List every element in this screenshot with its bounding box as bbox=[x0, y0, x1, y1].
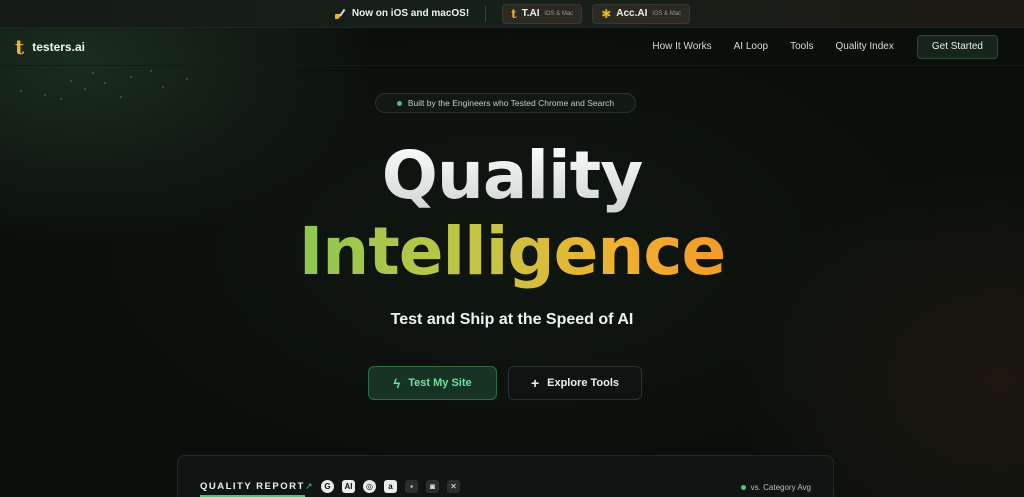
hero-title-line2: Intelligence bbox=[0, 214, 1024, 290]
paintbrush-icon bbox=[334, 8, 345, 19]
x-icon[interactable]: ✕ bbox=[447, 480, 460, 493]
google-icon[interactable]: G bbox=[321, 480, 334, 493]
robot-icon[interactable]: ◙ bbox=[426, 480, 439, 493]
nav-link-how-it-works[interactable]: How It Works bbox=[641, 41, 722, 52]
external-link-icon[interactable]: ↗ bbox=[305, 481, 313, 492]
accessibility-icon: ✱ bbox=[601, 6, 612, 21]
app-name: T.AI bbox=[521, 8, 540, 19]
top-nav: t testers.ai How It Works AI Loop Tools … bbox=[0, 28, 1024, 66]
hero-title-line2-text: Intelligence bbox=[298, 213, 727, 290]
t-logo-icon: t bbox=[15, 34, 25, 59]
plus-icon: + bbox=[530, 375, 540, 391]
t-logo-icon: t bbox=[511, 6, 517, 21]
category-avg-legend: vs. Category Avg bbox=[740, 483, 811, 492]
anthropic-icon[interactable]: AI bbox=[342, 480, 355, 493]
hero-badge-text: Built by the Engineers who Tested Chrome… bbox=[407, 98, 615, 108]
status-dot-icon bbox=[396, 100, 402, 106]
brand-name: testers.ai bbox=[32, 39, 85, 54]
report-site-icons: G AI ◎ a ▪ ◙ ✕ bbox=[321, 480, 460, 493]
app-pill-acc-ai[interactable]: ✱ Acc.AI iOS & Mac bbox=[592, 3, 691, 24]
hero-tagline: Test and Ship at the Speed of AI bbox=[390, 311, 634, 328]
test-my-site-button[interactable]: ϟ Test My Site bbox=[368, 366, 497, 400]
legend-text: vs. Category Avg bbox=[750, 483, 811, 492]
get-started-button[interactable]: Get Started bbox=[916, 34, 998, 59]
app-platform: iOS & Mac bbox=[544, 10, 574, 17]
app-icon[interactable]: ▪ bbox=[405, 480, 418, 493]
quality-report-card: QUALITY REPORT ↗ G AI ◎ a ▪ ◙ ✕ vs. Cate… bbox=[177, 455, 834, 497]
decorative-dots bbox=[0, 66, 260, 106]
openai-icon[interactable]: ◎ bbox=[363, 480, 376, 493]
legend-dot-icon bbox=[740, 485, 746, 490]
app-pill-t-ai[interactable]: t T.AI iOS & Mac bbox=[502, 3, 583, 24]
hero-badge: Built by the Engineers who Tested Chrome… bbox=[375, 93, 636, 113]
amazon-icon[interactable]: a bbox=[384, 480, 397, 493]
app-platform: iOS & Mac bbox=[652, 10, 682, 17]
nav-link-quality-index[interactable]: Quality Index bbox=[824, 41, 904, 52]
announcement-text: Now on iOS and macOS! bbox=[351, 8, 470, 19]
announcement-divider bbox=[485, 5, 487, 22]
quality-report-tab[interactable]: QUALITY REPORT bbox=[200, 481, 305, 497]
nav-links: How It Works AI Loop Tools Quality Index… bbox=[641, 34, 1024, 59]
brand-logo[interactable]: t testers.ai bbox=[15, 37, 85, 57]
explore-tools-button[interactable]: + Explore Tools bbox=[508, 366, 642, 400]
announcement-bar: Now on iOS and macOS! t T.AI iOS & Mac ✱… bbox=[0, 0, 1024, 28]
nav-link-ai-loop[interactable]: AI Loop bbox=[723, 41, 779, 52]
explore-tools-label: Explore Tools bbox=[547, 377, 620, 389]
announcement: Now on iOS and macOS! bbox=[334, 8, 469, 19]
nav-link-tools[interactable]: Tools bbox=[779, 41, 824, 52]
test-my-site-label: Test My Site bbox=[408, 377, 472, 389]
hero-title-line1: Quality bbox=[0, 138, 1024, 214]
lightning-bolt-icon: ϟ bbox=[393, 375, 401, 391]
app-name: Acc.AI bbox=[616, 8, 648, 19]
